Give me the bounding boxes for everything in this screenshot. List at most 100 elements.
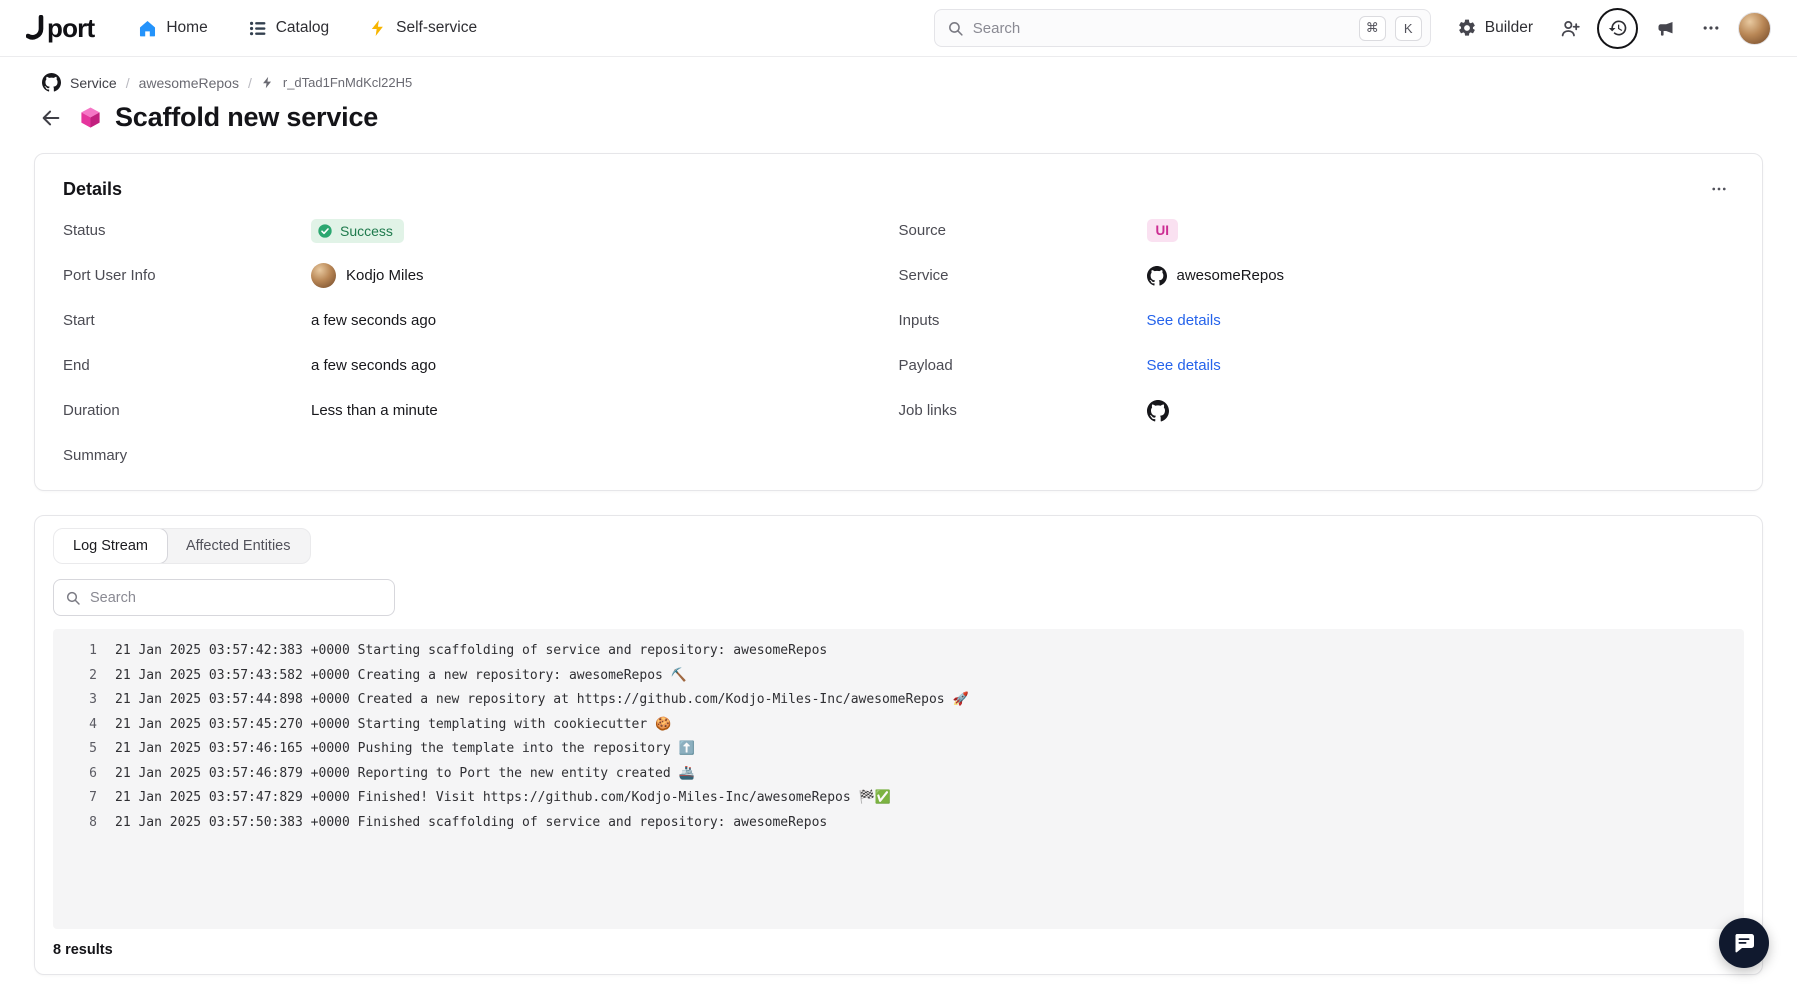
tab-log-stream[interactable]: Log Stream (53, 528, 168, 564)
check-circle-icon (317, 223, 333, 239)
results-count: 8 results (53, 942, 1744, 958)
log-stream-output: 1 21 Jan 2025 03:57:42:383 +0000 Startin… (53, 629, 1744, 929)
detail-label: Inputs (899, 312, 1147, 329)
search-icon (65, 590, 81, 606)
detail-row-user: Port User Info Kodjo Miles (63, 253, 899, 298)
detail-label: Duration (63, 402, 311, 419)
log-line: 1 21 Jan 2025 03:57:42:383 +0000 Startin… (53, 639, 1744, 664)
nav-item-home[interactable]: Home (138, 19, 207, 38)
log-line-number: 1 (53, 639, 97, 664)
user-mini-avatar (311, 263, 336, 288)
page-title: Scaffold new service (115, 102, 378, 133)
port-logo[interactable]: port (26, 15, 94, 41)
main-nav: Home Catalog Self-service (138, 19, 477, 38)
log-line-text: 21 Jan 2025 03:57:47:829 +0000 Finished!… (115, 786, 891, 811)
builder-button[interactable]: Builder (1447, 12, 1543, 44)
status-badge-label: Success (340, 223, 393, 239)
nav-item-self-service-label: Self-service (396, 19, 477, 37)
inputs-see-details-link[interactable]: See details (1147, 312, 1221, 329)
global-search[interactable]: ⌘ K (934, 9, 1431, 47)
top-navbar: port Home Catalog Self-service (0, 0, 1797, 57)
detail-label: Payload (899, 357, 1147, 374)
log-line: 5 21 Jan 2025 03:57:46:165 +0000 Pushing… (53, 737, 1744, 762)
catalog-list-icon (248, 19, 267, 38)
log-search[interactable] (53, 579, 395, 616)
detail-label: Service (899, 267, 1147, 284)
end-value: a few seconds ago (311, 357, 436, 374)
lightning-icon (369, 19, 387, 37)
user-name: Kodjo Miles (346, 267, 424, 284)
page-title-row: Scaffold new service (0, 92, 1797, 133)
log-search-input[interactable] (90, 590, 383, 606)
detail-label: Job links (899, 402, 1147, 419)
tab-affected-entities[interactable]: Affected Entities (167, 529, 310, 563)
log-line-number: 8 (53, 811, 97, 836)
log-line-number: 5 (53, 737, 97, 762)
log-line-number: 3 (53, 688, 97, 713)
breadcrumb-service[interactable]: Service (70, 75, 117, 91)
megaphone-icon (1655, 18, 1676, 39)
breadcrumb: Service / awesomeRepos / r_dTad1FnMdKcl2… (0, 57, 1797, 92)
log-line: 4 21 Jan 2025 03:57:45:270 +0000 Startin… (53, 713, 1744, 738)
detail-label: Port User Info (63, 267, 311, 284)
details-right-column: Source UI Service awesomeRepos Inpu (899, 208, 1735, 478)
log-line: 3 21 Jan 2025 03:57:44:898 +0000 Created… (53, 688, 1744, 713)
more-options-button[interactable] (1692, 9, 1730, 47)
details-grid: Status Success Port User Info (63, 208, 1734, 478)
github-icon (1147, 266, 1167, 286)
log-line-text: 21 Jan 2025 03:57:44:898 +0000 Created a… (115, 688, 969, 713)
duration-value: Less than a minute (311, 402, 438, 419)
service-entity-link[interactable]: awesomeRepos (1147, 266, 1285, 286)
chat-bubble-icon (1732, 931, 1756, 955)
detail-row-inputs: Inputs See details (899, 298, 1735, 343)
back-button[interactable] (36, 103, 66, 133)
detail-row-service: Service awesomeRepos (899, 253, 1735, 298)
port-logo-text: port (47, 15, 94, 41)
detail-row-start: Start a few seconds ago (63, 298, 899, 343)
nav-item-home-label: Home (166, 19, 207, 37)
user-avatar[interactable] (1738, 12, 1771, 45)
chat-widget-button[interactable] (1719, 918, 1769, 968)
gear-icon (1457, 18, 1477, 38)
log-line-text: 21 Jan 2025 03:57:50:383 +0000 Finished … (115, 811, 827, 836)
builder-button-label: Builder (1485, 19, 1533, 37)
details-header: Details (63, 176, 1734, 202)
global-search-input[interactable] (973, 20, 1350, 37)
breadcrumb-run-id[interactable]: r_dTad1FnMdKcl22H5 (283, 75, 412, 90)
github-icon (42, 73, 61, 92)
person-plus-icon (1560, 18, 1581, 39)
detail-row-duration: Duration Less than a minute (63, 388, 899, 433)
details-left-column: Status Success Port User Info (63, 208, 899, 478)
ellipsis-icon (1701, 18, 1721, 38)
nav-item-catalog[interactable]: Catalog (248, 19, 329, 38)
log-line: 8 21 Jan 2025 03:57:50:383 +0000 Finishe… (53, 811, 1744, 836)
logs-card: Log Stream Affected Entities 1 21 Jan 20… (34, 515, 1763, 975)
log-line: 7 21 Jan 2025 03:57:47:829 +0000 Finishe… (53, 786, 1744, 811)
start-value: a few seconds ago (311, 312, 436, 329)
port-logo-icon (26, 15, 46, 41)
log-line-text: 21 Jan 2025 03:57:45:270 +0000 Starting … (115, 713, 671, 738)
log-line-text: 21 Jan 2025 03:57:46:879 +0000 Reporting… (115, 762, 695, 787)
nav-item-self-service[interactable]: Self-service (369, 19, 477, 37)
payload-see-details-link[interactable]: See details (1147, 357, 1221, 374)
shortcut-cmd-key: ⌘ (1359, 16, 1386, 41)
details-title: Details (63, 179, 122, 200)
shortcut-k-key: K (1395, 16, 1422, 41)
source-badge: UI (1147, 219, 1179, 242)
breadcrumb-repo[interactable]: awesomeRepos (139, 75, 239, 91)
log-line: 6 21 Jan 2025 03:57:46:879 +0000 Reporti… (53, 762, 1744, 787)
job-github-link[interactable] (1147, 400, 1169, 422)
detail-row-summary: Summary (63, 433, 899, 478)
detail-label: Start (63, 312, 311, 329)
announcements-button[interactable] (1646, 9, 1684, 47)
details-more-button[interactable] (1704, 176, 1734, 202)
detail-row-end: End a few seconds ago (63, 343, 899, 388)
history-clock-icon (1608, 18, 1628, 38)
invite-users-button[interactable] (1551, 9, 1589, 47)
detail-row-payload: Payload See details (899, 343, 1735, 388)
detail-label: Summary (63, 447, 311, 464)
pink-cube-icon (79, 106, 102, 129)
log-line-number: 6 (53, 762, 97, 787)
runs-history-button[interactable] (1597, 8, 1638, 49)
status-badge: Success (311, 219, 404, 243)
